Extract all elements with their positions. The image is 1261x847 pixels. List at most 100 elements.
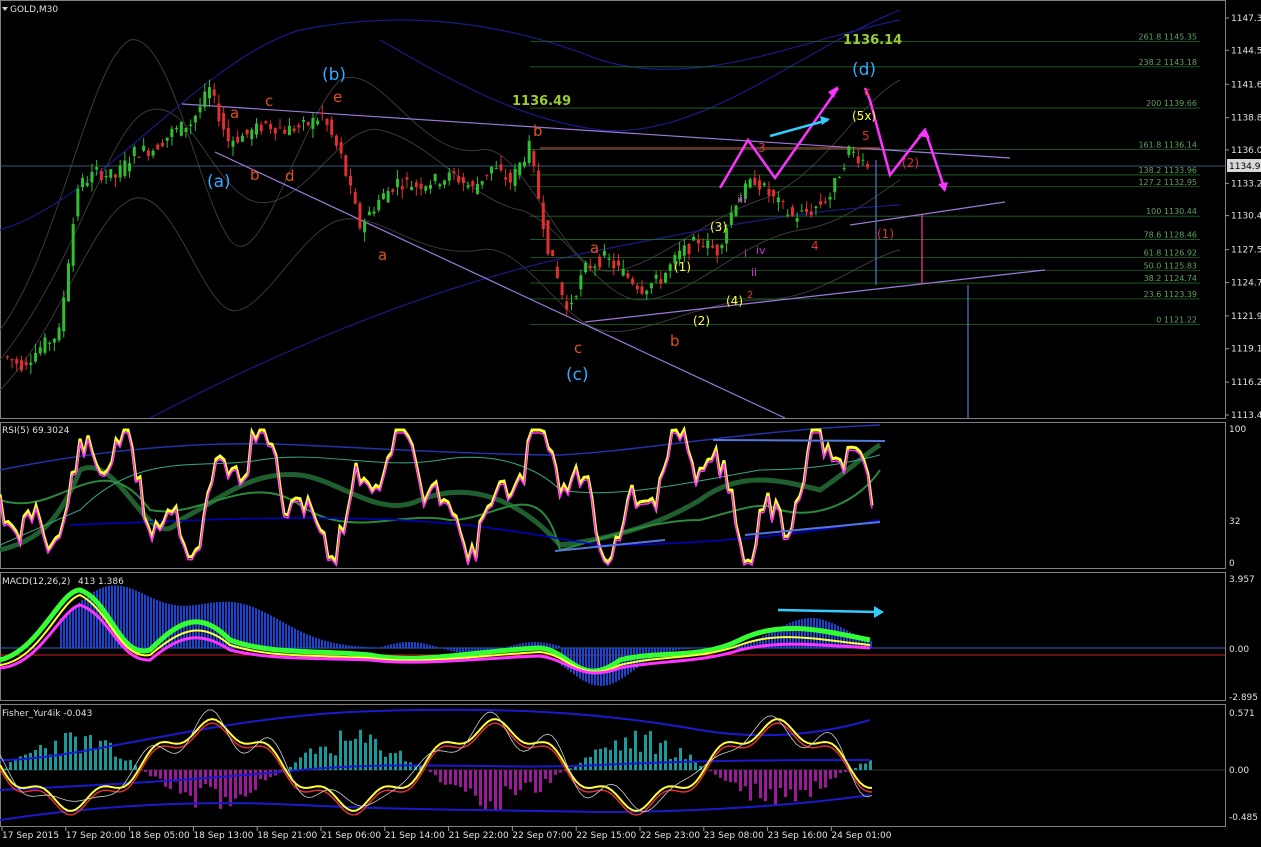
fisher-bar bbox=[769, 770, 772, 790]
candle-body bbox=[273, 127, 277, 134]
candle-body bbox=[607, 258, 611, 260]
candle-body bbox=[466, 185, 470, 188]
wave-label: d bbox=[285, 167, 295, 185]
candle-body bbox=[626, 273, 630, 278]
wave-label: 4 bbox=[811, 239, 819, 253]
price-axis: 1147.34 1144.59 1141.69 1138.84 1136.09 1133.… bbox=[1225, 14, 1261, 421]
projection-arrows bbox=[718, 86, 948, 192]
candle-body bbox=[306, 122, 310, 125]
candle-body bbox=[513, 168, 517, 187]
macd-bar bbox=[261, 610, 263, 648]
candle-body bbox=[358, 203, 362, 229]
candle-body bbox=[847, 146, 851, 155]
fisher-bar bbox=[169, 770, 172, 789]
macd-bar bbox=[201, 604, 203, 648]
candle-body bbox=[541, 202, 545, 230]
fisher-bar bbox=[834, 770, 837, 778]
wave-label: a bbox=[230, 104, 239, 122]
candle-body bbox=[856, 156, 860, 164]
fib-label: 23.6 1123.39 bbox=[1144, 290, 1197, 299]
macd-bar bbox=[186, 605, 188, 648]
macd-bar bbox=[285, 623, 287, 648]
fisher-bar bbox=[479, 770, 482, 806]
macd-bar bbox=[363, 646, 365, 648]
candle-body bbox=[706, 240, 710, 249]
macd-bar bbox=[264, 612, 266, 648]
macd-bar bbox=[357, 646, 359, 648]
candle-body bbox=[344, 155, 348, 176]
macd-bar bbox=[684, 648, 686, 650]
chevron-down-icon[interactable] bbox=[2, 7, 8, 11]
macd-bar bbox=[312, 636, 314, 648]
candle-body bbox=[95, 167, 99, 170]
macd-bar bbox=[288, 625, 290, 648]
candle-body bbox=[598, 256, 602, 268]
rsi-title: RSI(5) 69.3024 bbox=[2, 426, 70, 436]
candle-body bbox=[711, 245, 715, 248]
candle-body bbox=[123, 160, 127, 176]
fisher-bar bbox=[449, 770, 452, 785]
candle-body bbox=[48, 342, 52, 344]
macd-bar bbox=[624, 648, 626, 677]
price-tick-label: 1130.49 bbox=[1231, 212, 1261, 222]
candle-body bbox=[866, 164, 870, 168]
macd-bar bbox=[339, 644, 341, 648]
candle-body bbox=[287, 125, 291, 136]
candle-body bbox=[471, 181, 475, 186]
candle-body bbox=[833, 178, 837, 193]
fisher-bar bbox=[214, 770, 217, 789]
wave-label: iv bbox=[756, 244, 766, 257]
fib-label: 78.6 1128.46 bbox=[1144, 230, 1197, 239]
macd-bar bbox=[267, 613, 269, 648]
fisher-bar bbox=[649, 731, 652, 770]
macd-bar bbox=[420, 642, 422, 648]
macd-bar bbox=[432, 645, 434, 648]
macd-bar bbox=[678, 648, 680, 650]
candle-body bbox=[720, 245, 724, 249]
fisher-bar bbox=[119, 758, 122, 770]
candle-body bbox=[621, 268, 625, 276]
wave-label: (a) bbox=[207, 172, 231, 192]
candle-body bbox=[532, 151, 536, 167]
macd-bar bbox=[72, 607, 74, 648]
macd-bar bbox=[666, 648, 668, 653]
fisher-bar bbox=[399, 750, 402, 770]
fisher-bar bbox=[499, 770, 502, 810]
wave-label: 2 bbox=[747, 290, 753, 301]
wave-label: iii bbox=[737, 193, 746, 206]
macd-bar bbox=[369, 647, 371, 648]
fisher-bar bbox=[679, 747, 682, 770]
fisher-bar bbox=[514, 770, 517, 796]
trading-chart[interactable]: 261.8 1145.35 238.2 1143.18 200 1139.66 161… bbox=[0, 0, 1261, 847]
candle-body bbox=[729, 212, 733, 225]
macd-bar bbox=[405, 642, 407, 648]
time-tick-label: 17 Sep 2015 bbox=[2, 831, 59, 841]
fisher-bar bbox=[709, 770, 712, 772]
fisher-bar bbox=[344, 740, 347, 770]
fisher-bar bbox=[489, 770, 492, 802]
fisher-bar bbox=[494, 770, 497, 811]
wave-label: c bbox=[574, 339, 582, 357]
candle-body bbox=[151, 150, 155, 156]
candle-body bbox=[795, 218, 799, 222]
candle-body bbox=[226, 127, 230, 142]
candle-body bbox=[565, 301, 569, 310]
fisher-bar bbox=[204, 770, 207, 785]
candle-body bbox=[240, 135, 244, 142]
fisher-bar bbox=[784, 770, 787, 797]
fisher-bar bbox=[304, 752, 307, 770]
candle-body bbox=[443, 180, 447, 185]
macd-bar bbox=[693, 648, 695, 649]
candle-body bbox=[518, 162, 522, 176]
candle-body bbox=[438, 184, 442, 187]
price-tick-label: 1141.69 bbox=[1231, 80, 1261, 90]
fisher-bar bbox=[799, 770, 802, 790]
candle-body bbox=[569, 302, 573, 305]
fib-label: 0 1121.22 bbox=[1156, 315, 1197, 324]
candle-body bbox=[330, 119, 334, 135]
candle-body bbox=[104, 175, 108, 178]
candle-body bbox=[160, 142, 164, 147]
fisher-bar bbox=[644, 734, 647, 770]
candle-body bbox=[142, 145, 146, 151]
macd-bar bbox=[621, 648, 623, 679]
